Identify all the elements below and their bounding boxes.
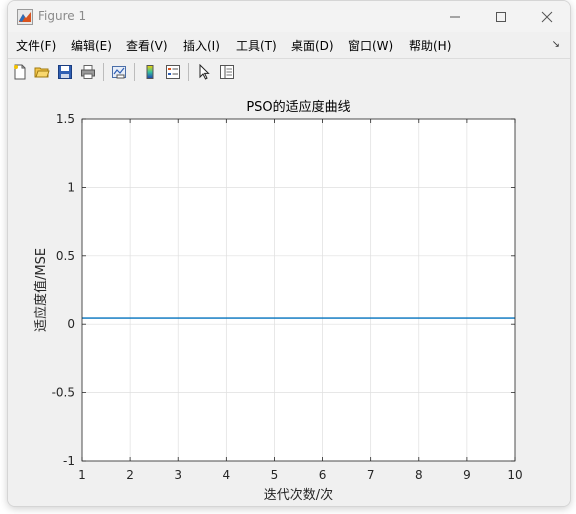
x-tick-labels: 1 2 3 4 5 6 7 8 9 10 <box>78 468 522 482</box>
print-button[interactable] <box>78 62 98 82</box>
edit-plot-button[interactable] <box>194 62 214 82</box>
insert-legend-button[interactable] <box>163 62 183 82</box>
save-button[interactable] <box>55 62 75 82</box>
menu-tools[interactable]: 工具(T) <box>236 37 277 54</box>
minimize-button[interactable] <box>432 1 478 32</box>
property-editor-icon <box>220 65 234 79</box>
menu-desktop[interactable]: 桌面(D) <box>291 37 334 54</box>
property-editor-button[interactable] <box>217 62 237 82</box>
x-tick-label: 4 <box>223 468 231 482</box>
pointer-arrow-icon <box>199 64 210 80</box>
y-tick-label: -0.5 <box>52 386 75 400</box>
save-icon <box>58 65 72 79</box>
menu-file[interactable]: 文件(F) <box>16 37 56 54</box>
title-bar: Figure 1 <box>8 1 570 32</box>
colorbar-icon <box>146 65 154 79</box>
chart-title: PSO的适应度曲线 <box>246 99 350 115</box>
matlab-logo-icon <box>17 9 33 25</box>
open-file-button[interactable] <box>32 62 52 82</box>
new-file-icon <box>14 64 26 80</box>
maximize-button[interactable] <box>478 1 524 32</box>
x-tick-label: 10 <box>507 468 522 482</box>
minimize-icon <box>450 16 460 17</box>
maximize-icon <box>496 11 506 22</box>
plot-svg: 1 2 3 4 5 6 7 8 9 10 -1 -0.5 0 0.5 1 1.5 PSO的适应度曲线 迭代次… <box>33 99 523 503</box>
x-tick-label: 8 <box>415 468 423 482</box>
toolbar-separator <box>134 63 135 81</box>
x-tick-label: 7 <box>367 468 375 482</box>
y-axis-label: 适应度值/MSE <box>33 248 49 332</box>
printer-icon <box>81 65 95 79</box>
menu-edit[interactable]: 编辑(E) <box>71 37 112 54</box>
menu-view[interactable]: 查看(V) <box>126 37 168 54</box>
menu-overflow-icon[interactable]: ↘ <box>552 39 560 50</box>
link-plot-icon <box>112 66 126 79</box>
x-tick-label: 1 <box>78 468 86 482</box>
toolbar-separator <box>103 63 104 81</box>
y-tick-label: 1.5 <box>56 112 75 126</box>
menu-insert[interactable]: 插入(I) <box>183 37 220 54</box>
toolbar <box>8 58 570 86</box>
x-tick-label: 2 <box>126 468 134 482</box>
x-tick-label: 3 <box>174 468 182 482</box>
y-tick-label: 0.5 <box>56 249 75 263</box>
y-tick-label: -1 <box>63 454 75 468</box>
legend-icon <box>166 65 180 79</box>
folder-open-icon <box>34 67 50 78</box>
axes-background <box>82 119 515 461</box>
menu-bar: 文件(F) 编辑(E) 查看(V) 插入(I) 工具(T) 桌面(D) 窗口(W… <box>8 34 570 56</box>
close-button[interactable] <box>524 1 570 32</box>
y-tick-labels: -1 -0.5 0 0.5 1 1.5 <box>52 112 75 468</box>
x-tick-label: 9 <box>463 468 471 482</box>
y-tick-label: 0 <box>67 317 75 331</box>
close-icon <box>541 11 553 22</box>
menu-window[interactable]: 窗口(W) <box>348 37 393 54</box>
figure-canvas: 1 2 3 4 5 6 7 8 9 10 -1 -0.5 0 0.5 1 1.5 PSO的适应度曲线 迭代次… <box>8 85 570 506</box>
new-figure-button[interactable] <box>10 62 30 82</box>
figure-window: Figure 1 文件(F) 编辑(E) 查看(V) 插入(I) 工具(T) 桌… <box>7 0 571 507</box>
window-title: Figure 1 <box>38 9 87 23</box>
x-tick-label: 5 <box>271 468 279 482</box>
x-tick-label: 6 <box>319 468 327 482</box>
link-plot-button[interactable] <box>109 62 129 82</box>
y-tick-label: 1 <box>67 180 75 194</box>
x-axis-label: 迭代次数/次 <box>264 487 333 503</box>
insert-colorbar-button[interactable] <box>140 62 160 82</box>
toolbar-separator <box>188 63 189 81</box>
menu-help[interactable]: 帮助(H) <box>409 37 451 54</box>
